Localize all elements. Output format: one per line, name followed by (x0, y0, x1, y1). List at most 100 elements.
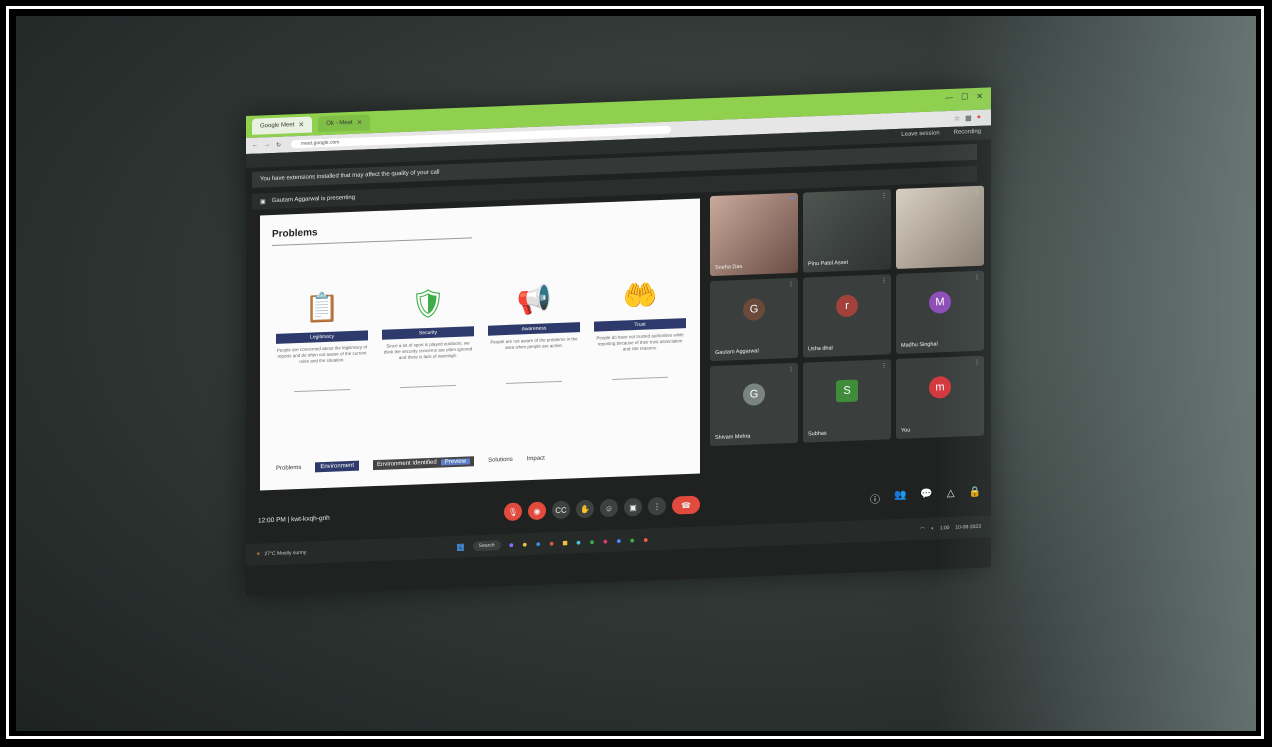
problem-card: 🤲 Trust People do have not trusted autho… (594, 274, 686, 381)
checklist-icon: 📋 (304, 290, 340, 324)
participant-tile[interactable]: ⋮ m You (896, 355, 984, 440)
close-window-icon[interactable]: ✕ (976, 92, 983, 101)
app-icon[interactable]: ● (589, 537, 594, 547)
photo-of-monitor: Google Meet ✕ Ok - Meet ✕ — ☐ ✕ ← → ↻ me… (16, 16, 1256, 731)
sun-icon: ☀ (256, 551, 261, 558)
slide-nav-item[interactable]: Solutions (488, 457, 513, 464)
taskbar-search[interactable]: Search (472, 540, 501, 552)
close-icon[interactable]: ✕ (357, 119, 363, 127)
participant-name: Shivam Mehra (715, 433, 751, 441)
app-icon[interactable]: ● (643, 535, 648, 545)
meeting-time: 12:00 PM (258, 516, 286, 525)
more-icon[interactable]: ⋮ (881, 277, 887, 284)
star-icon[interactable]: ☆ (954, 115, 960, 123)
participant-tile[interactable]: ● Sneha Das (710, 192, 798, 277)
problem-card: 📢 Awareness People are not aware of the … (488, 278, 580, 385)
app-icon[interactable]: ● (576, 537, 581, 547)
weather-widget[interactable]: ☀ 27°C Mostly sunny (256, 550, 306, 558)
avatar: m (929, 376, 951, 400)
app-icon[interactable]: ● (549, 538, 554, 548)
app-icon[interactable]: ● (630, 535, 635, 545)
window-controls: — ☐ ✕ (945, 92, 983, 102)
slide-nav-item[interactable]: Problems (276, 465, 301, 472)
problem-card: 🛡 Security Since a lot of sport is playe… (382, 282, 474, 389)
more-icon[interactable]: ⋮ (974, 189, 980, 196)
forward-icon[interactable]: → (264, 142, 270, 149)
meeting-code: kwt-kxqh-gnh (291, 514, 330, 524)
participant-grid: ● Sneha Das ⋮ Pinu Patel Asset ⋮ ⋮ G Gau… (710, 185, 992, 447)
more-icon[interactable]: ⋮ (974, 359, 980, 366)
participant-tile[interactable]: ⋮ r Usha dhal (803, 274, 891, 358)
extensions-icon[interactable]: ▦ (965, 114, 972, 122)
raise-hand-button[interactable]: ✋ (576, 499, 594, 519)
browser-tab-other[interactable]: Ok - Meet ✕ (318, 114, 371, 133)
shield-icon: 🛡 (410, 286, 446, 320)
app-icon[interactable]: ● (535, 539, 540, 549)
avatar: M (929, 291, 951, 315)
more-icon[interactable]: ⋮ (974, 274, 980, 281)
participant-tile[interactable]: ⋮ Pinu Patel Asset (803, 189, 891, 273)
slide-nav-item[interactable]: Impact (527, 456, 545, 463)
minimize-icon[interactable]: — (945, 93, 953, 102)
slide-nav-item-selected[interactable]: Environment (315, 460, 360, 473)
activities-icon[interactable]: △ (947, 488, 955, 503)
more-options-button[interactable]: ⋮ (648, 496, 666, 516)
app-icon[interactable]: ● (616, 536, 621, 546)
more-icon[interactable]: ⋮ (881, 362, 887, 369)
slide-title: Problems (272, 227, 318, 241)
info-icon[interactable]: ⓘ (870, 491, 880, 506)
app-icon[interactable]: ● (509, 540, 514, 550)
participant-name: Sneha Das (715, 263, 743, 271)
windows-start-icon[interactable]: ▦ (456, 541, 465, 552)
wifi-icon[interactable]: ◠ (920, 526, 924, 532)
slide-navigation: Problems Environment Environment Identif… (276, 448, 686, 474)
participant-tile[interactable]: ⋮ (896, 185, 984, 270)
card-text: People are concerned about the legitimac… (276, 344, 368, 364)
chat-icon[interactable]: 💬 (920, 489, 932, 504)
volume-icon[interactable]: ◖ (931, 526, 934, 532)
more-icon[interactable]: ⋮ (881, 192, 887, 199)
avatar: S (836, 379, 858, 403)
avatar: r (836, 294, 858, 318)
participant-tile[interactable]: ⋮ M Madhu Singhal (896, 270, 984, 355)
captions-button[interactable]: CC (552, 500, 570, 520)
participant-name: Madhu Singhal (901, 341, 938, 349)
tab-label: Ok - Meet (326, 119, 353, 127)
present-button[interactable]: ▣ (624, 497, 642, 517)
divider (400, 384, 456, 389)
app-icon[interactable]: ● (603, 536, 608, 546)
presenting-text: Gautam Aggarwal is presenting (271, 194, 356, 205)
emoji-button[interactable]: ☺ (600, 498, 618, 518)
leave-call-button[interactable]: ☎ (672, 495, 700, 515)
tray-time[interactable]: 1:00 (940, 525, 950, 531)
slide-nav-input[interactable]: Environment Identified Preview (373, 456, 475, 471)
card-text: Since a lot of sport is played outdoors,… (383, 340, 473, 361)
more-icon[interactable]: ⋮ (788, 366, 794, 373)
app-icon[interactable]: ● (522, 539, 527, 549)
participant-name: You (901, 427, 911, 434)
meet-topbar-item[interactable]: Leave session (901, 130, 939, 137)
participant-tile[interactable]: ⋮ G Gautam Aggarwal (710, 277, 798, 362)
people-icon[interactable]: 👥 (894, 490, 906, 505)
meet-topbar-item[interactable]: Recording (954, 129, 981, 136)
close-icon[interactable]: ✕ (298, 121, 304, 129)
card-heading: Legitimacy (276, 330, 368, 344)
camera-off-button[interactable]: ◉ (528, 501, 546, 521)
participant-tile[interactable]: ⋮ G Shivam Mehra (710, 362, 798, 447)
more-icon[interactable]: ⋮ (788, 281, 794, 288)
slide-nav-input-text: Environment Identified (377, 459, 437, 468)
browser-tab-meet[interactable]: Google Meet ✕ (252, 116, 313, 135)
avatar: G (743, 298, 765, 322)
folder-icon[interactable]: ■ (562, 538, 567, 548)
card-text: People are not aware of the problems in … (490, 336, 578, 351)
participant-tile[interactable]: ⋮ S Subhas (803, 359, 891, 443)
tray-date[interactable]: 10-08-2023 (955, 524, 981, 531)
participant-name: Pinu Patel Asset (808, 259, 849, 268)
profile-icon[interactable]: ● (977, 114, 981, 122)
maximize-icon[interactable]: ☐ (961, 92, 968, 101)
back-icon[interactable]: ← (252, 142, 258, 149)
host-controls-icon[interactable]: 🔒 (969, 487, 981, 502)
reload-icon[interactable]: ↻ (276, 141, 281, 148)
shared-slide: Problems 📋 Legitimacy People are concern… (260, 198, 700, 491)
mic-off-button[interactable]: 🎙 (504, 502, 522, 522)
